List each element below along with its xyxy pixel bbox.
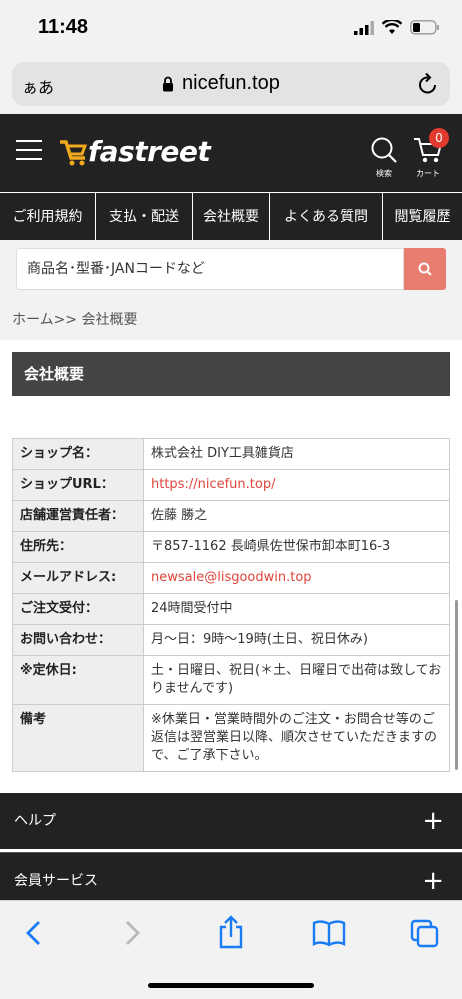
site-header: fastreet 検索 0 カート [0, 114, 462, 192]
main-nav: ご利用規約 支払・配送 会社概要 よくある質問 閲覧履歴 [0, 192, 462, 240]
row-value: 月〜日：9時〜19時(土日、祝日休み) [143, 624, 450, 656]
search-icon [418, 262, 432, 276]
row-label: ショップ名： [12, 438, 144, 470]
row-label: お問い合わせ： [12, 624, 144, 656]
status-icons [354, 20, 440, 35]
table-row: 住所先： 〒857-1162 長崎県佐世保市卸本町16-3 [12, 531, 450, 563]
row-label: ショップURL： [12, 469, 144, 501]
row-value: 〒857-1162 長崎県佐世保市卸本町16-3 [143, 531, 450, 563]
nav-item-payment-shipping[interactable]: 支払・配送 [96, 192, 193, 240]
breadcrumb[interactable]: ホーム>> 会社概要 [0, 300, 462, 340]
battery-icon [410, 20, 439, 35]
table-row: お問い合わせ： 月〜日：9時〜19時(土日、祝日休み) [12, 624, 450, 656]
status-time: 11:48 [38, 16, 89, 38]
row-value: 佐藤 勝之 [143, 500, 450, 532]
menu-icon[interactable] [16, 140, 42, 162]
row-value: 株式会社 DIY工具雑貨店 [143, 438, 450, 470]
table-row: 備考 ※休業日・営業時間外のご注文・お問合せ等のご返信は翌営業日以降、順次させて… [12, 704, 450, 772]
logo-text: fastreet [88, 134, 211, 168]
company-info-table: ショップ名： 株式会社 DIY工具雑貨店 ショップURL： https://ni… [12, 438, 450, 772]
url-text: nicefun.top [182, 72, 280, 94]
lock-icon [163, 76, 173, 91]
table-row: ショップURL： https://nicefun.top/ [12, 469, 450, 501]
table-row: ショップ名： 株式会社 DIY工具雑貨店 [12, 438, 450, 470]
search-submit-button[interactable] [404, 248, 446, 290]
nav-item-terms[interactable]: ご利用規約 [0, 192, 96, 240]
row-value: ※休業日・営業時間外のご注文・お問合せ等のご返信は翌営業日以降、順次させていただ… [143, 704, 450, 772]
email-link[interactable]: newsale@lisgoodwin.top [143, 562, 450, 594]
table-row: 店舗運営責任者： 佐藤 勝之 [12, 500, 450, 532]
cart-count-badge: 0 [429, 128, 449, 148]
back-icon[interactable] [24, 919, 44, 947]
page-title: 会社概要 [12, 352, 450, 396]
row-label: 備考 [12, 704, 144, 772]
nav-item-company[interactable]: 会社概要 [193, 192, 270, 240]
search-area: 商品名･型番･JANコードなど [0, 240, 462, 300]
footer-help-row[interactable]: ヘルプ + [0, 793, 462, 849]
expand-plus-icon[interactable]: + [422, 793, 444, 849]
reload-icon[interactable] [416, 71, 440, 97]
wifi-icon [382, 20, 402, 34]
nav-item-faq[interactable]: よくある質問 [270, 192, 383, 240]
home-indicator [148, 983, 314, 988]
table-row: ※定休日: 土・日曜日、祝日(＊土、日曜日で出荷は致しておりませんです) [12, 655, 450, 705]
row-value: 土・日曜日、祝日(＊土、日曜日で出荷は致しておりませんです) [143, 655, 450, 705]
row-label: 店舗運営責任者： [12, 500, 144, 532]
header-search-button[interactable]: 検索 [366, 136, 402, 179]
row-label: ご注文受付： [12, 593, 144, 625]
row-value: 24時間受付中 [143, 593, 450, 625]
row-label: メールアドレス: [12, 562, 144, 594]
status-bar: 11:48 [0, 0, 462, 56]
header-cart-button[interactable]: 0 カート [410, 128, 449, 179]
nav-item-history[interactable]: 閲覧履歴 [383, 192, 462, 240]
shop-url-link[interactable]: https://nicefun.top/ [143, 469, 450, 501]
share-icon[interactable] [216, 915, 246, 949]
reader-aa-button[interactable]: ぁあ [22, 74, 54, 98]
search-input[interactable]: 商品名･型番･JANコードなど [16, 248, 404, 290]
cart-label: カート [416, 169, 440, 178]
footer-help-label: ヘルプ [14, 813, 56, 829]
footer-member-label: 会員サービス [14, 873, 98, 889]
row-label: 住所先： [12, 531, 144, 563]
address-field[interactable]: ぁあ nicefun.top [12, 62, 450, 106]
table-row: メールアドレス: newsale@lisgoodwin.top [12, 562, 450, 594]
site-logo[interactable]: fastreet [58, 134, 211, 168]
url-display[interactable]: nicefun.top [162, 72, 280, 95]
search-icon [371, 137, 397, 163]
bookmarks-icon[interactable] [312, 919, 346, 947]
forward-icon[interactable] [122, 919, 142, 947]
search-label: 検索 [376, 169, 392, 178]
table-row: ご注文受付： 24時間受付中 [12, 593, 450, 625]
tabs-icon[interactable] [410, 919, 440, 949]
browser-url-bar: ぁあ nicefun.top [0, 56, 462, 114]
logo-cart-icon [60, 140, 88, 166]
row-label: ※定休日: [12, 655, 144, 705]
signal-icon [354, 20, 374, 35]
scroll-indicator [455, 600, 458, 770]
